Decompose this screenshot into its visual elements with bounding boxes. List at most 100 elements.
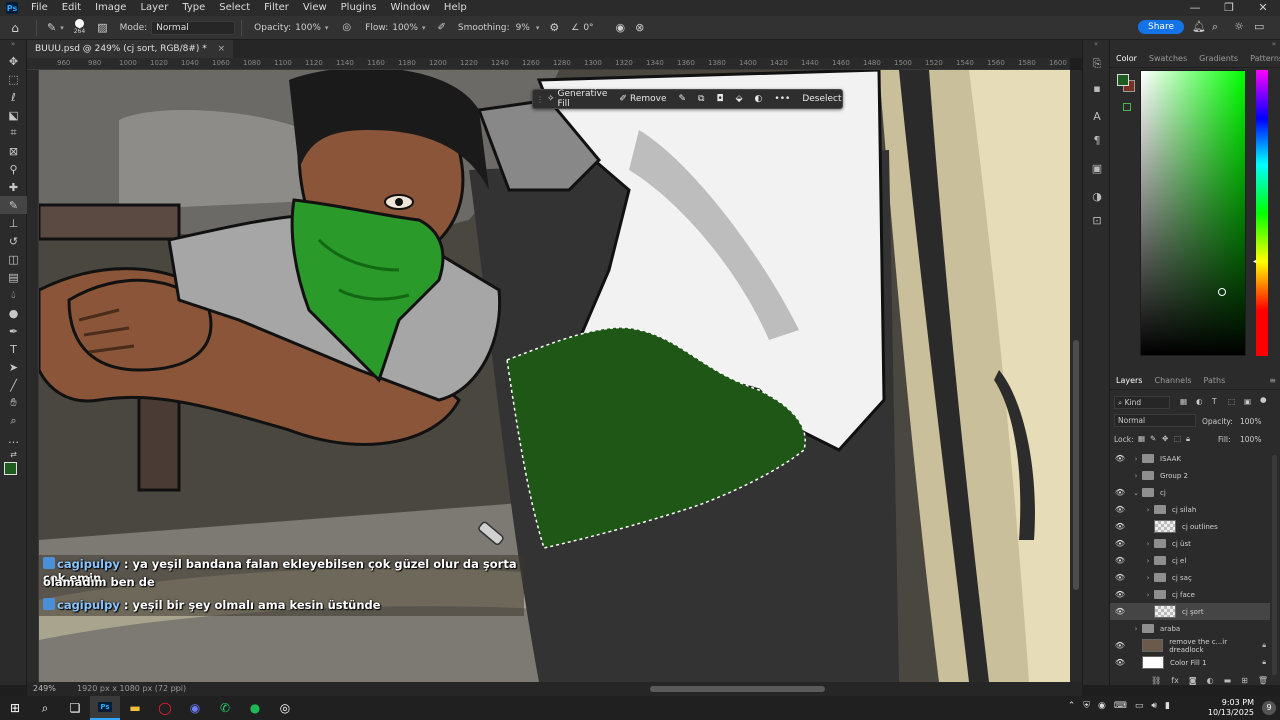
lock-artboard-icon[interactable]: ⬚ xyxy=(1174,434,1181,443)
filter-shape-icon[interactable]: ⬚ xyxy=(1228,397,1235,406)
drag-handle-icon[interactable]: ⋮ xyxy=(533,95,544,104)
layer-row[interactable]: 👁︎ › cj üst xyxy=(1110,535,1270,552)
tray-chevron-icon[interactable]: ⌃ xyxy=(1068,701,1076,711)
tab-paths[interactable]: Paths xyxy=(1198,376,1232,385)
pressure-opacity-icon[interactable]: ◎ xyxy=(342,22,351,33)
lock-transparent-icon[interactable]: ▦ xyxy=(1138,434,1145,443)
battery-icon[interactable]: ▮ xyxy=(1165,701,1170,711)
layer-row[interactable]: 👁︎ ⌄ cj xyxy=(1110,484,1270,501)
obs-icon[interactable]: ◎ xyxy=(270,696,300,720)
more-tools-icon[interactable]: … xyxy=(0,430,27,448)
chevron-down-icon[interactable]: ▾ xyxy=(60,24,64,32)
eye-icon[interactable]: 👁︎ xyxy=(1110,573,1130,582)
security-icon[interactable]: ⛨ xyxy=(1083,701,1090,711)
photoshop-taskbar-icon[interactable]: Ps xyxy=(90,696,120,720)
layer-row[interactable]: 👁︎ remove the c...ir dreadlock 🔒︎ xyxy=(1110,637,1270,654)
discover-icon[interactable]: ☼ xyxy=(1234,20,1244,33)
eye-icon[interactable]: 👁︎ xyxy=(1110,590,1130,599)
keyboard-icon[interactable]: ⌨ xyxy=(1114,701,1127,711)
remove-button[interactable]: ✐ Remove xyxy=(613,94,672,104)
menu-image[interactable]: Image xyxy=(88,0,133,16)
character-panel-icon[interactable]: A xyxy=(1083,104,1111,128)
mask-button[interactable]: ◘ xyxy=(710,94,729,104)
menu-select[interactable]: Select xyxy=(212,0,257,16)
swap-colors-icon[interactable]: ⇄ xyxy=(0,448,27,460)
chevron-right-icon[interactable]: › xyxy=(1130,455,1142,463)
filter-pixel-icon[interactable]: ▦ xyxy=(1180,397,1187,406)
share-button[interactable]: Share xyxy=(1138,20,1184,34)
crop-tool-icon[interactable]: ⌗ xyxy=(0,124,27,142)
chevron-down-icon[interactable]: ▾ xyxy=(536,24,540,32)
line-tool-icon[interactable]: ╱ xyxy=(0,376,27,394)
marquee-tool-icon[interactable]: ⬚ xyxy=(0,70,27,88)
windows-start-icon[interactable]: ⊞ xyxy=(0,696,30,720)
panel-collapse-icon[interactable]: « xyxy=(1083,40,1109,52)
layer-row[interactable]: 👁︎ cj outlines xyxy=(1110,518,1270,535)
layer-filter-kind[interactable]: ⌕ Kind xyxy=(1114,396,1170,409)
eye-icon[interactable]: 👁︎ xyxy=(1110,641,1130,650)
zoom-tool-icon[interactable]: ⌕ xyxy=(0,412,27,430)
paragraph-panel-icon[interactable]: ¶ xyxy=(1083,128,1111,152)
eyedropper-tool-icon[interactable]: ⚲ xyxy=(0,160,27,178)
filter-smart-object-icon[interactable]: ▣ xyxy=(1244,397,1251,406)
brush-tool-icon[interactable]: ✎ xyxy=(0,196,27,214)
spotify-icon[interactable]: ● xyxy=(240,696,270,720)
eye-icon[interactable]: 👁︎ xyxy=(1110,556,1130,565)
lock-position-icon[interactable]: ✥ xyxy=(1162,434,1168,443)
foreground-color-swatch[interactable] xyxy=(4,462,17,475)
history-brush-tool-icon[interactable]: ↺ xyxy=(0,232,27,250)
tab-gradients[interactable]: Gradients xyxy=(1193,54,1244,63)
frame-tool-icon[interactable]: ⊠ xyxy=(0,142,27,160)
flow-value[interactable]: 100% xyxy=(392,23,418,33)
chevron-right-icon[interactable]: › xyxy=(1130,625,1142,633)
clock[interactable]: 9:03 PM 10/13/2025 xyxy=(1208,698,1254,718)
menu-help[interactable]: Help xyxy=(437,0,474,16)
layer-row[interactable]: 👁︎ › cj face xyxy=(1110,586,1270,603)
layer-row[interactable]: › Group 2 xyxy=(1110,467,1270,484)
document-size[interactable]: 1920 px x 1080 px (72 ppi) xyxy=(77,684,186,693)
history-panel-icon[interactable]: ⎘ xyxy=(1083,52,1111,76)
panel-collapse-icon[interactable]: » xyxy=(0,40,26,52)
foreground-color-swatch[interactable] xyxy=(1117,74,1129,86)
eye-icon[interactable]: 👁︎ xyxy=(1110,658,1130,667)
airbrush-icon[interactable]: ✐ xyxy=(437,22,445,33)
eye-icon[interactable]: 👁︎ xyxy=(1110,488,1130,497)
opacity-value[interactable]: 100% xyxy=(295,23,321,33)
lasso-tool-icon[interactable]: ℓ xyxy=(0,88,27,106)
file-explorer-icon[interactable]: ▬ xyxy=(120,696,150,720)
hand-tool-icon[interactable]: ✋︎ xyxy=(0,394,27,412)
menu-plugins[interactable]: Plugins xyxy=(334,0,384,16)
dodge-tool-icon[interactable]: ● xyxy=(0,304,27,322)
chevron-right-icon[interactable]: › xyxy=(1142,574,1154,582)
layer-row[interactable]: 👁︎ › cj el xyxy=(1110,552,1270,569)
gradient-tool-icon[interactable]: ▤ xyxy=(0,268,27,286)
minimize-icon[interactable]: — xyxy=(1178,0,1212,16)
chevron-right-icon[interactable]: › xyxy=(1142,540,1154,548)
menu-edit[interactable]: Edit xyxy=(55,0,88,16)
zoom-level[interactable]: 249% xyxy=(33,684,56,693)
layer-row[interactable]: 👁︎ › cj silah xyxy=(1110,501,1270,518)
maximize-icon[interactable]: ❐ xyxy=(1212,0,1246,16)
horizontal-ruler[interactable]: 960 980 1000 1020 1040 1060 1080 1100 1120 1140 11… xyxy=(27,58,1070,70)
search-icon[interactable]: ⌕ xyxy=(1212,20,1218,34)
link-layers-icon[interactable]: ⛓︎ xyxy=(1151,677,1161,685)
eye-icon[interactable]: 👁︎ xyxy=(1110,607,1130,616)
brush-preset-picker[interactable]: 264 xyxy=(74,19,85,36)
layer-row[interactable]: 👁︎ Color Fill 1 🔒︎ xyxy=(1110,654,1270,671)
audio-device-icon[interactable]: ◉ xyxy=(1098,701,1106,711)
close-tab-icon[interactable]: × xyxy=(218,44,226,54)
adjustment-button[interactable]: ◐ xyxy=(749,94,769,104)
chevron-right-icon[interactable]: › xyxy=(1130,472,1142,480)
clone-stamp-tool-icon[interactable]: ⊥ xyxy=(0,214,27,232)
tab-layers[interactable]: Layers xyxy=(1110,376,1148,385)
smoothing-value[interactable]: 9% xyxy=(516,23,530,33)
document-tab[interactable]: BUUU.psd @ 249% (cj sort, RGB/8#) * × xyxy=(27,40,234,58)
chevron-down-icon[interactable]: ⌄ xyxy=(1130,489,1142,497)
deselect-button[interactable]: Deselect xyxy=(796,94,847,104)
add-mask-icon[interactable]: ◙ xyxy=(1189,677,1197,685)
eye-icon[interactable]: 👁︎ xyxy=(1110,454,1130,463)
brush-settings-icon[interactable]: ▨ xyxy=(97,21,107,34)
chevron-right-icon[interactable]: › xyxy=(1142,591,1154,599)
libraries-panel-icon[interactable]: ▣ xyxy=(1083,156,1111,180)
layer-style-icon[interactable]: fx xyxy=(1171,677,1179,685)
